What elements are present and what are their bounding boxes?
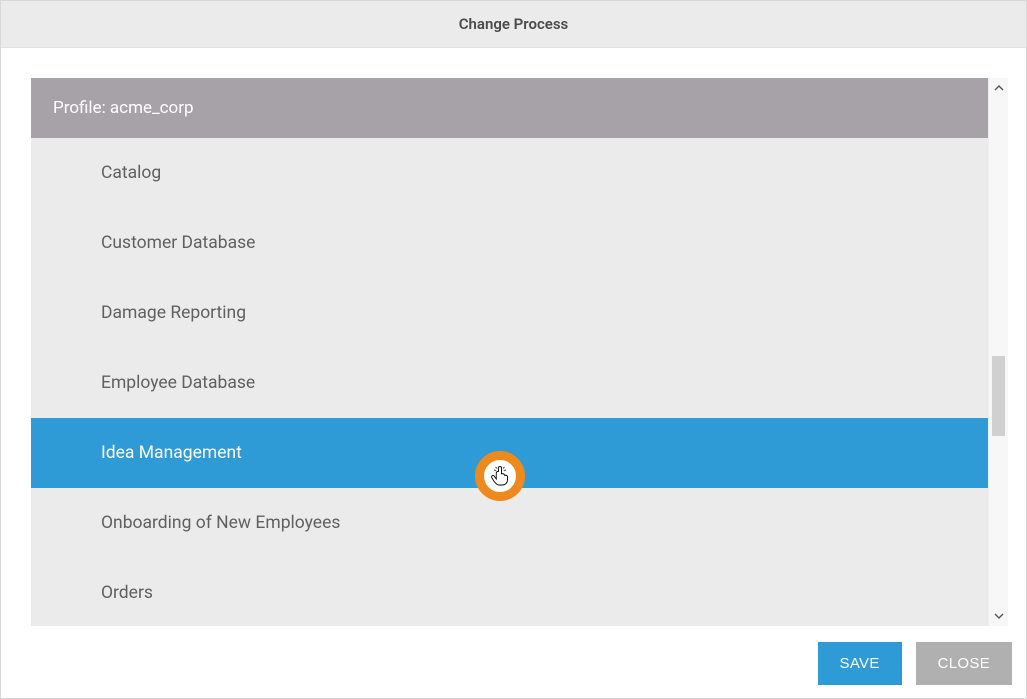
scroll-thumb[interactable] bbox=[992, 356, 1005, 436]
vertical-scrollbar[interactable] bbox=[988, 78, 1008, 626]
dialog-footer: SAVE CLOSE bbox=[1, 634, 1026, 699]
scroll-area: Profile: acme_corp CatalogCustomer Datab… bbox=[31, 78, 1008, 626]
process-list: Profile: acme_corp CatalogCustomer Datab… bbox=[31, 78, 988, 626]
list-item[interactable]: Catalog bbox=[31, 138, 988, 208]
profile-header: Profile: acme_corp bbox=[31, 78, 988, 138]
scroll-track[interactable] bbox=[989, 98, 1008, 606]
list-item[interactable]: Orders bbox=[31, 558, 988, 628]
list-items: CatalogCustomer DatabaseDamage Reporting… bbox=[31, 138, 988, 628]
list-item[interactable]: Customer Database bbox=[31, 208, 988, 278]
dialog-title: Change Process bbox=[1, 1, 1026, 48]
scroll-down-arrow-icon[interactable] bbox=[989, 606, 1009, 626]
save-button[interactable]: SAVE bbox=[818, 642, 902, 685]
scroll-up-arrow-icon[interactable] bbox=[989, 78, 1009, 98]
change-process-dialog: Change Process Profile: acme_corp Catalo… bbox=[0, 0, 1027, 699]
list-item[interactable]: Employee Database bbox=[31, 348, 988, 418]
list-item[interactable]: Damage Reporting bbox=[31, 278, 988, 348]
dialog-body: Profile: acme_corp CatalogCustomer Datab… bbox=[1, 48, 1026, 634]
list-item[interactable]: Onboarding of New Employees bbox=[31, 488, 988, 558]
list-item[interactable]: Idea Management bbox=[31, 418, 988, 488]
close-button[interactable]: CLOSE bbox=[916, 642, 1012, 685]
